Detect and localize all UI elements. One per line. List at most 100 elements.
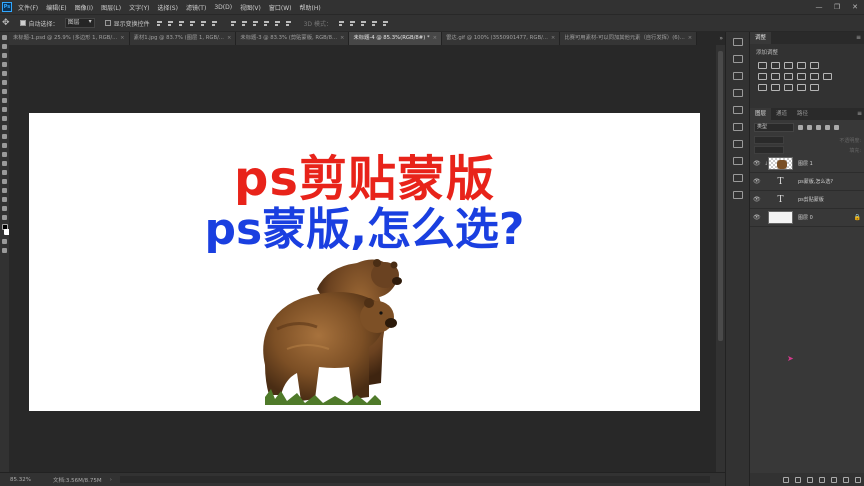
- curves-icon[interactable]: [784, 62, 793, 69]
- posterize-icon[interactable]: [771, 84, 780, 91]
- lock-options[interactable]: [754, 146, 784, 154]
- layer-name[interactable]: ps蒙版,怎么选?: [798, 178, 833, 185]
- invert-icon[interactable]: [758, 84, 767, 91]
- document-tab[interactable]: 雷达.gif @ 100% (3550901477, RGB/... ×: [442, 32, 561, 45]
- layer-kind-filter[interactable]: 类型: [754, 123, 794, 132]
- tab-layers[interactable]: 图层: [750, 108, 772, 120]
- distribute-bottom-icon[interactable]: [252, 19, 260, 27]
- threshold-icon[interactable]: [784, 84, 793, 91]
- tab-adjustments[interactable]: 调整: [750, 32, 772, 44]
- link-layers-icon[interactable]: [783, 476, 789, 483]
- auto-select-dropdown[interactable]: 图层: [64, 18, 95, 28]
- stamp-tool-icon[interactable]: [2, 107, 7, 112]
- add-mask-icon[interactable]: [807, 476, 813, 483]
- libraries-icon[interactable]: [733, 191, 743, 199]
- layer-name[interactable]: ps剪贴蒙版: [798, 196, 824, 203]
- close-tab-icon[interactable]: ×: [688, 35, 692, 41]
- visibility-eye-icon[interactable]: 👁: [753, 196, 761, 203]
- crop-tool-icon[interactable]: [2, 71, 7, 76]
- document-tab[interactable]: 素材1.jpg @ 83.7% (图层 1, RGB/... ×: [129, 32, 237, 45]
- black-white-icon[interactable]: [784, 73, 793, 80]
- distribute-top-icon[interactable]: [230, 19, 238, 27]
- blur-tool-icon[interactable]: [2, 143, 7, 148]
- filter-smart-object-icon[interactable]: [834, 125, 839, 130]
- close-tab-icon[interactable]: ×: [551, 35, 555, 41]
- menu-type[interactable]: 文字(Y): [129, 3, 149, 12]
- more-tools-icon[interactable]: [2, 215, 7, 220]
- close-button[interactable]: ✕: [846, 0, 864, 14]
- brightness-contrast-icon[interactable]: [758, 62, 767, 69]
- layer-row[interactable]: 👁 T ps蒙版,怎么选?: [750, 173, 864, 191]
- move-tool-icon[interactable]: ✥: [2, 18, 10, 28]
- layers-menu-icon[interactable]: ≡: [857, 108, 862, 120]
- menu-filter[interactable]: 滤镜(T): [186, 3, 206, 12]
- layer-style-icon[interactable]: [795, 476, 801, 483]
- menu-view[interactable]: 视图(V): [240, 3, 261, 12]
- swatches-icon[interactable]: [733, 123, 743, 131]
- history-icon[interactable]: [733, 38, 743, 46]
- layer-name[interactable]: 图层 0: [798, 214, 813, 221]
- 3d-slide-icon[interactable]: [371, 19, 379, 27]
- layer-name[interactable]: 图层 1: [798, 160, 813, 167]
- visibility-eye-icon[interactable]: 👁: [753, 214, 761, 221]
- selective-color-icon[interactable]: [810, 84, 819, 91]
- menu-file[interactable]: 文件(F): [18, 3, 38, 12]
- close-tab-icon[interactable]: ×: [227, 35, 231, 41]
- 3d-pan-icon[interactable]: [360, 19, 368, 27]
- align-right-icon[interactable]: [211, 19, 219, 27]
- align-hcenter-icon[interactable]: [200, 19, 208, 27]
- distribute-hcenter-icon[interactable]: [274, 19, 282, 27]
- restore-button[interactable]: ❐: [828, 0, 846, 14]
- shape-tool-icon[interactable]: [2, 188, 7, 193]
- path-select-tool-icon[interactable]: [2, 179, 7, 184]
- layer-row[interactable]: 👁 T ps剪贴蒙版: [750, 191, 864, 209]
- align-top-icon[interactable]: [156, 19, 164, 27]
- info-icon[interactable]: [733, 174, 743, 182]
- pen-tool-icon[interactable]: [2, 161, 7, 166]
- type-tool-icon[interactable]: [2, 170, 7, 175]
- hue-saturation-icon[interactable]: [758, 73, 767, 80]
- lasso-tool-icon[interactable]: [2, 53, 7, 58]
- align-vcenter-icon[interactable]: [167, 19, 175, 27]
- tab-channels[interactable]: 通道: [771, 108, 792, 120]
- document-tab[interactable]: 比赛可用素材-可以同加其他元素（自行发挥）(6)... ×: [560, 32, 698, 45]
- layer-row[interactable]: 👁 ↓ 图层 1: [750, 155, 864, 173]
- delete-layer-icon[interactable]: [855, 476, 861, 483]
- align-left-icon[interactable]: [189, 19, 197, 27]
- 3d-roll-icon[interactable]: [349, 19, 357, 27]
- layer-row[interactable]: 👁 图层 0 🔒: [750, 209, 864, 227]
- auto-select-checkbox[interactable]: [19, 20, 26, 26]
- filter-adjustment-icon[interactable]: [807, 125, 812, 130]
- panel-menu-icon[interactable]: ≡: [856, 32, 861, 44]
- menu-edit[interactable]: 编辑(E): [46, 3, 66, 12]
- close-tab-icon[interactable]: ×: [120, 35, 124, 41]
- gradient-map-icon[interactable]: [797, 84, 806, 91]
- menu-select[interactable]: 选择(S): [157, 3, 178, 12]
- new-group-icon[interactable]: [831, 476, 837, 483]
- status-menu-icon[interactable]: ›: [110, 477, 112, 483]
- vertical-scroll-thumb[interactable]: [718, 51, 723, 341]
- vibrance-icon[interactable]: [810, 62, 819, 69]
- visibility-eye-icon[interactable]: 👁: [753, 178, 761, 185]
- close-tab-icon[interactable]: ×: [340, 35, 344, 41]
- color-lookup-icon[interactable]: [823, 73, 832, 80]
- levels-icon[interactable]: [771, 62, 780, 69]
- styles-icon[interactable]: [733, 140, 743, 148]
- distribute-vcenter-icon[interactable]: [241, 19, 249, 27]
- document-tab[interactable]: 未标题-3 @ 83.3% (剪贴蒙版, RGB/8... ×: [236, 32, 350, 45]
- actions-icon[interactable]: [733, 157, 743, 165]
- screen-mode-icon[interactable]: [2, 248, 7, 253]
- hand-tool-icon[interactable]: [2, 197, 7, 202]
- channel-mixer-icon[interactable]: [810, 73, 819, 80]
- new-adjustment-icon[interactable]: [819, 476, 825, 483]
- eraser-tool-icon[interactable]: [2, 125, 7, 130]
- gradient-tool-icon[interactable]: [2, 134, 7, 139]
- menu-help[interactable]: 帮助(H): [300, 3, 321, 12]
- minimize-button[interactable]: —: [810, 0, 828, 14]
- quick-select-tool-icon[interactable]: [2, 62, 7, 67]
- align-bottom-icon[interactable]: [178, 19, 186, 27]
- tabs-overflow-icon[interactable]: »: [719, 32, 723, 45]
- photoshop-logo[interactable]: Ps: [2, 2, 12, 12]
- visibility-eye-icon[interactable]: 👁: [753, 160, 761, 167]
- character-icon[interactable]: [733, 72, 743, 80]
